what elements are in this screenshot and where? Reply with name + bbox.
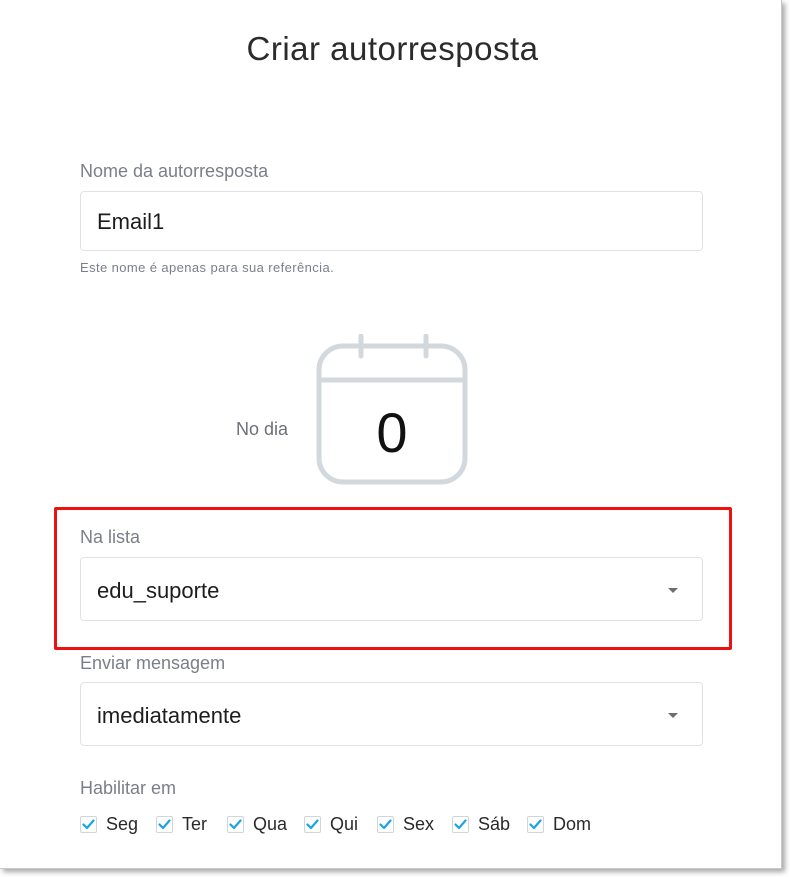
- checkbox[interactable]: [227, 815, 244, 833]
- send-message-value: imediatamente: [97, 703, 242, 728]
- autoresponder-name-value: Email1: [97, 209, 165, 234]
- autoresponder-panel: Criar autorresposta Nome da autorrespost…: [0, 0, 782, 869]
- day-checkbox-dom[interactable]: Dom: [527, 812, 591, 836]
- checkbox[interactable]: [80, 815, 97, 833]
- day-label: No dia: [236, 419, 289, 439]
- checkbox[interactable]: [304, 815, 321, 833]
- check-icon: [379, 818, 392, 829]
- day-value: 0: [376, 401, 408, 464]
- day-label-sex: Sex: [403, 813, 435, 834]
- autoresponder-name-input[interactable]: Email1: [80, 191, 703, 251]
- day-checkbox-qui[interactable]: Qui: [304, 812, 358, 836]
- check-icon: [229, 818, 242, 829]
- day-label-seg: Seg: [106, 813, 139, 834]
- check-icon: [158, 818, 171, 829]
- day-label-ter: Ter: [182, 813, 208, 834]
- day-label-dom: Dom: [553, 813, 592, 834]
- day-label-qua: Qua: [253, 813, 288, 834]
- day-label-sab: Sáb: [478, 813, 511, 834]
- checkbox[interactable]: [377, 815, 394, 833]
- send-message-label: Enviar mensagem: [80, 653, 226, 673]
- chevron-down-icon: [668, 713, 678, 718]
- page-title: Criar autorresposta: [246, 30, 539, 67]
- check-icon: [454, 818, 467, 829]
- check-icon: [306, 818, 319, 829]
- list-select-value: edu_suporte: [97, 578, 220, 603]
- list-label: Na lista: [80, 527, 141, 547]
- autoresponder-name-label: Nome da autorresposta: [80, 161, 269, 181]
- day-checkbox-ter[interactable]: Ter: [156, 812, 207, 836]
- day-checkbox-sex[interactable]: Sex: [377, 812, 434, 836]
- day-label-qui: Qui: [330, 813, 359, 834]
- checkbox[interactable]: [156, 815, 173, 833]
- day-checkbox-qua[interactable]: Qua: [227, 812, 287, 836]
- enable-on-label: Habilitar em: [80, 778, 177, 798]
- send-message-select[interactable]: imediatamente: [80, 682, 703, 746]
- checkbox[interactable]: [452, 815, 469, 833]
- autoresponder-name-helper: Este nome é apenas para sua referência.: [80, 260, 335, 275]
- day-checkbox-sab[interactable]: Sáb: [452, 812, 510, 836]
- check-icon: [529, 818, 542, 829]
- chevron-down-icon: [668, 588, 678, 593]
- day-checkbox-seg[interactable]: Seg: [80, 812, 138, 836]
- checkbox[interactable]: [527, 815, 544, 833]
- list-select[interactable]: edu_suporte: [80, 557, 703, 621]
- check-icon: [82, 818, 95, 829]
